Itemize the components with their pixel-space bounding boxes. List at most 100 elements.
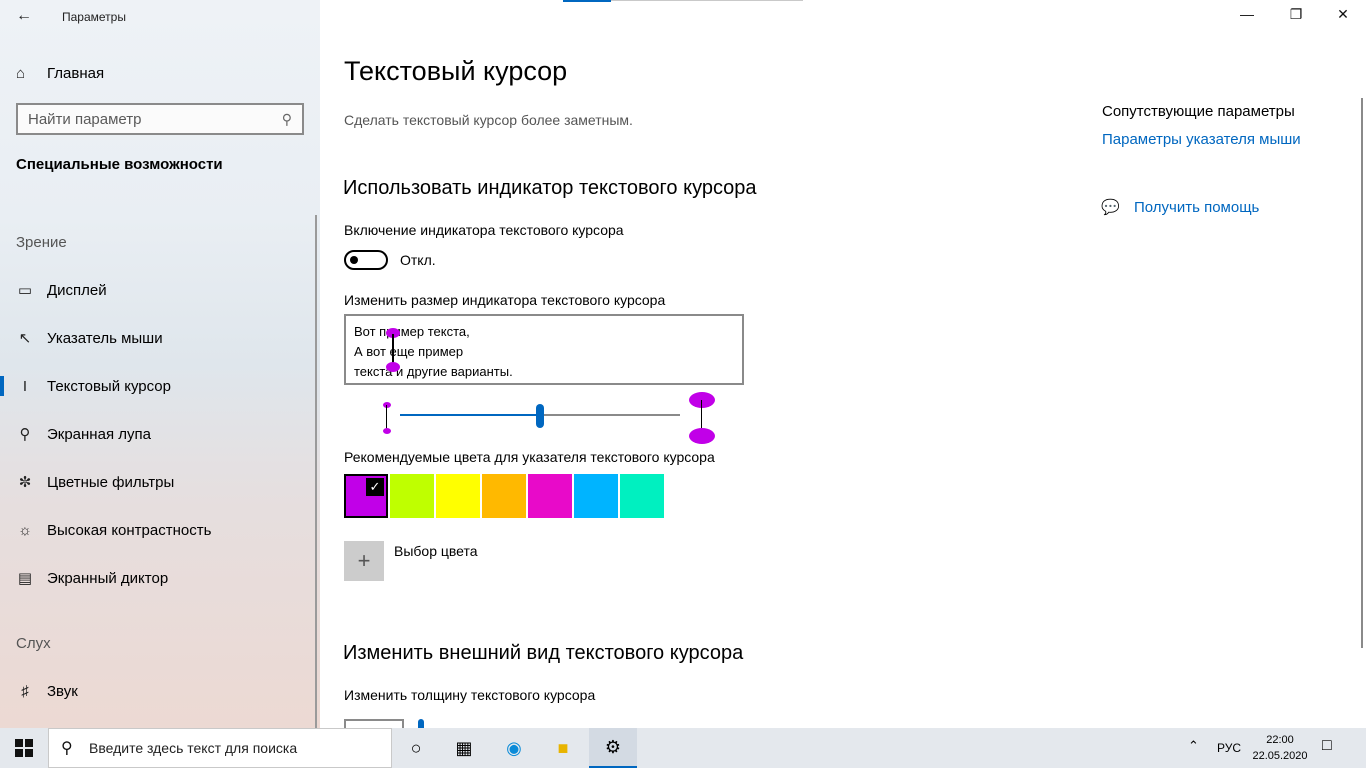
preview-line: А вот еще пример <box>354 344 464 359</box>
section-heading-indicator: Использовать индикатор текстового курсор… <box>343 177 757 199</box>
settings-search-input[interactable]: Найти параметр ⚲ <box>16 103 304 135</box>
sidebar-item-label: Экранная лупа <box>47 425 151 443</box>
cortana-button[interactable]: ○ <box>392 728 440 768</box>
size-slider-fill <box>400 414 540 416</box>
preview-line: текста и другие варианты. <box>354 364 513 379</box>
color-swatch[interactable]: ✓ <box>344 474 388 518</box>
color-filter-icon: ✼ <box>18 474 32 491</box>
start-button[interactable] <box>0 728 48 768</box>
taskbar-search-input[interactable]: ⚲ Введите здесь текст для поиска <box>48 728 392 768</box>
main-scrollbar[interactable] <box>1361 98 1363 648</box>
thickness-preview <box>344 719 404 728</box>
taskbar: ⚲ Введите здесь текст для поиска ○ ▦ ◉ ■… <box>0 728 1366 768</box>
preview-line: Вот пример текста, <box>354 324 470 339</box>
settings-taskbar-button[interactable]: ⚙ <box>589 728 637 768</box>
sidebar: ← Параметры ⌂ Главная Найти параметр ⚲ С… <box>0 0 320 728</box>
folder-icon: ■ <box>557 737 569 758</box>
windows-logo-icon <box>15 739 33 757</box>
contrast-icon: ☼ <box>18 521 32 539</box>
magnifier-icon: ⚲ <box>19 426 31 443</box>
sidebar-item-high-contrast[interactable]: ☼ Высокая контрастность <box>0 510 320 550</box>
large-cursor-bottom-icon <box>689 428 715 444</box>
size-label: Изменить размер индикатора текстового ку… <box>344 292 666 308</box>
mouse-pointer-icon: ↖ <box>18 330 32 347</box>
notification-icon[interactable]: □ <box>1322 737 1332 755</box>
language-indicator[interactable]: РУС <box>1217 741 1241 755</box>
sidebar-item-text-cursor[interactable]: I Текстовый курсор <box>0 366 320 406</box>
sidebar-item-label: Дисплей <box>47 281 107 299</box>
taskbar-search-placeholder: Введите здесь текст для поиска <box>89 740 298 756</box>
chevron-up-icon[interactable]: ⌃ <box>1188 738 1199 754</box>
color-swatches: ✓ <box>344 474 666 518</box>
gear-icon: ⚙ <box>604 736 622 757</box>
sidebar-item-color-filters[interactable]: ✼ Цветные фильтры <box>0 462 320 502</box>
top-indicator-track <box>611 0 803 1</box>
main-content: — ❐ ✕ Текстовый курсор Сделать текстовый… <box>320 0 1366 728</box>
add-color-label: Выбор цвета <box>394 543 478 559</box>
color-swatch[interactable] <box>390 474 434 518</box>
clock[interactable]: 22:00 22.05.2020 <box>1252 732 1308 764</box>
search-placeholder: Найти параметр <box>28 110 142 128</box>
large-cursor-top-icon <box>689 392 715 408</box>
colors-label: Рекомендуемые цвета для указателя тексто… <box>344 449 715 465</box>
sidebar-item-display[interactable]: ▭ Дисплей <box>0 270 320 310</box>
color-swatch[interactable] <box>436 474 480 518</box>
sidebar-item-home[interactable]: ⌂ Главная <box>16 62 104 84</box>
group-label-vision: Зрение <box>16 234 67 251</box>
color-swatch[interactable] <box>482 474 526 518</box>
help-chat-icon: 💬 <box>1101 199 1120 216</box>
task-view-icon: ▦ <box>455 737 473 758</box>
minimize-button[interactable]: — <box>1237 6 1257 26</box>
task-view-button[interactable]: ▦ <box>440 728 488 768</box>
home-icon: ⌂ <box>16 64 26 82</box>
size-slider-thumb[interactable] <box>536 404 544 428</box>
active-indicator <box>0 376 4 396</box>
section-heading-appearance: Изменить внешний вид текстового курсора <box>343 642 744 664</box>
color-swatch[interactable] <box>620 474 664 518</box>
mouse-pointer-settings-link[interactable]: Параметры указателя мыши <box>1102 131 1301 148</box>
back-arrow-icon[interactable]: ← <box>10 4 38 28</box>
small-cursor-top-icon <box>383 402 391 408</box>
maximize-button[interactable]: ❐ <box>1286 6 1306 26</box>
edge-button[interactable]: ◉ <box>490 728 538 768</box>
app-title: Параметры <box>62 10 126 24</box>
search-icon: ⚲ <box>61 740 73 757</box>
toggle-label: Включение индикатора текстового курсора <box>344 222 624 238</box>
related-settings-title: Сопутствующие параметры <box>1102 103 1295 120</box>
top-indicator <box>563 0 611 2</box>
cursor-preview-box: Вот пример текста, А вот еще пример текс… <box>344 314 744 385</box>
thickness-slider-thumb[interactable] <box>418 719 424 728</box>
sidebar-item-label: Цветные фильтры <box>47 473 175 491</box>
add-color-button[interactable]: + <box>344 541 384 581</box>
speaker-icon: ♯ <box>21 682 29 700</box>
sidebar-item-narrator[interactable]: ▤ Экранный диктор <box>0 558 320 598</box>
preview-cursor-bottom <box>386 362 400 372</box>
thickness-label: Изменить толщину текстового курсора <box>344 687 596 703</box>
sidebar-item-label: Высокая контрастность <box>47 521 212 539</box>
indicator-toggle[interactable] <box>344 250 388 270</box>
edge-icon: ◉ <box>506 737 522 758</box>
toggle-state: Откл. <box>400 252 436 268</box>
close-button[interactable]: ✕ <box>1333 6 1353 26</box>
page-title: Текстовый курсор <box>344 56 568 86</box>
toggle-knob <box>350 256 358 264</box>
color-swatch[interactable] <box>528 474 572 518</box>
display-icon: ▭ <box>17 282 33 299</box>
checkmark-icon: ✓ <box>366 478 384 496</box>
file-explorer-button[interactable]: ■ <box>539 728 587 768</box>
sidebar-item-sound[interactable]: ♯ Звук <box>0 671 320 711</box>
sidebar-item-magnifier[interactable]: ⚲ Экранная лупа <box>0 414 320 454</box>
color-swatch[interactable] <box>574 474 618 518</box>
sidebar-item-mouse-pointer[interactable]: ↖ Указатель мыши <box>0 318 320 358</box>
page-description: Сделать текстовый курсор более заметным. <box>344 112 633 128</box>
narrator-icon: ▤ <box>17 570 33 587</box>
get-help-link[interactable]: Получить помощь <box>1134 199 1259 216</box>
sidebar-scrollbar[interactable] <box>315 215 317 728</box>
search-icon[interactable]: ⚲ <box>282 111 292 128</box>
text-cursor-icon: I <box>22 377 28 395</box>
sidebar-item-label: Экранный диктор <box>47 569 169 587</box>
small-cursor-bottom-icon <box>383 428 391 434</box>
cortana-circle-icon: ○ <box>410 737 422 758</box>
sidebar-item-label: Главная <box>47 64 105 82</box>
section-title: Специальные возможности <box>16 156 223 173</box>
